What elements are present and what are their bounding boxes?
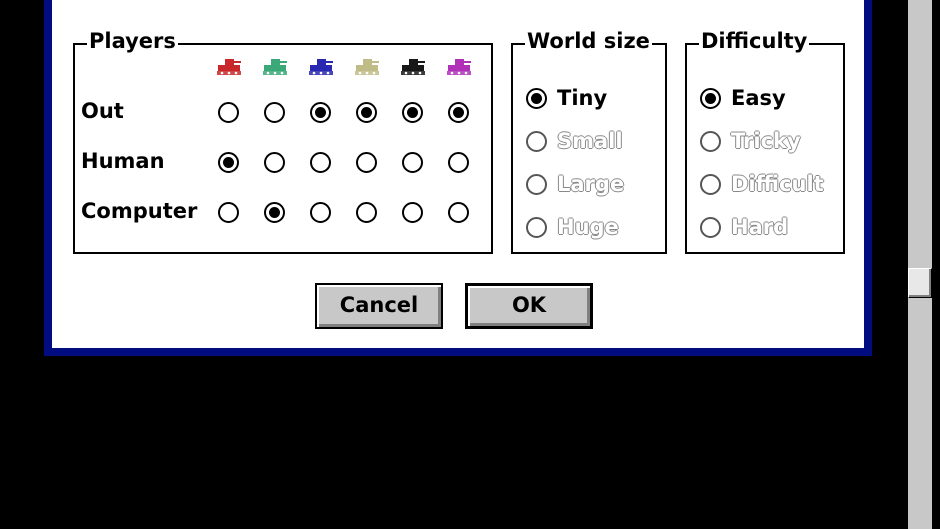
player-radio-computer-3[interactable] [310,202,331,223]
dialog-content: Players Out Human Computer World size Ti… [52,0,864,348]
cancel-button[interactable]: Cancel [315,283,443,329]
players-group-title: Players [87,28,178,54]
player-radio-out-5[interactable] [402,102,423,123]
player-row-label: Computer [81,199,198,223]
world-size-label-small: Small [557,129,623,153]
difficulty-group: Difficulty Easy Tricky Difficult Hard [685,28,845,254]
world-size-radio-small[interactable] [526,131,547,152]
player-radio-out-6[interactable] [448,102,469,123]
world-size-label-huge: Huge [557,215,619,239]
tank-icon-6 [446,57,472,77]
player-radio-out-2[interactable] [264,102,285,123]
player-radio-out-1[interactable] [218,102,239,123]
players-group: Players Out Human Computer [73,28,493,254]
world-size-label-large: Large [557,172,625,196]
difficulty-radio-tricky[interactable] [700,131,721,152]
player-radio-human-5[interactable] [402,152,423,173]
difficulty-label-hard: Hard [731,215,789,239]
tank-icon-5 [400,57,426,77]
tank-icon-1 [216,57,242,77]
tank-icon-2 [262,57,288,77]
player-radio-human-6[interactable] [448,152,469,173]
difficulty-label-tricky: Tricky [731,129,801,153]
player-radio-computer-5[interactable] [402,202,423,223]
player-radio-computer-1[interactable] [218,202,239,223]
scrollbar-thumb[interactable] [908,268,932,298]
world-size-radio-tiny[interactable] [526,88,547,109]
world-size-radio-huge[interactable] [526,217,547,238]
player-radio-out-3[interactable] [310,102,331,123]
player-radio-human-3[interactable] [310,152,331,173]
vertical-scrollbar[interactable] [906,0,934,529]
player-radio-human-2[interactable] [264,152,285,173]
world-size-label-tiny: Tiny [557,86,608,110]
world-size-radio-large[interactable] [526,174,547,195]
tank-icon-3 [308,57,334,77]
difficulty-label-easy: Easy [731,86,786,110]
player-radio-computer-6[interactable] [448,202,469,223]
difficulty-radio-difficult[interactable] [700,174,721,195]
player-radio-human-4[interactable] [356,152,377,173]
world-size-group: World size Tiny Small Large Huge [511,28,667,254]
player-radio-human-1[interactable] [218,152,239,173]
game-setup-dialog: Players Out Human Computer World size Ti… [44,0,872,356]
difficulty-radio-hard[interactable] [700,217,721,238]
tank-icon-4 [354,57,380,77]
world-size-group-title: World size [525,28,652,54]
ok-button[interactable]: OK [465,283,593,329]
player-row-label: Human [81,149,165,173]
player-radio-computer-2[interactable] [264,202,285,223]
player-row-label: Out [81,99,124,123]
player-radio-out-4[interactable] [356,102,377,123]
player-radio-computer-4[interactable] [356,202,377,223]
difficulty-label-difficult: Difficult [731,172,824,196]
difficulty-group-title: Difficulty [699,28,810,54]
difficulty-radio-easy[interactable] [700,88,721,109]
